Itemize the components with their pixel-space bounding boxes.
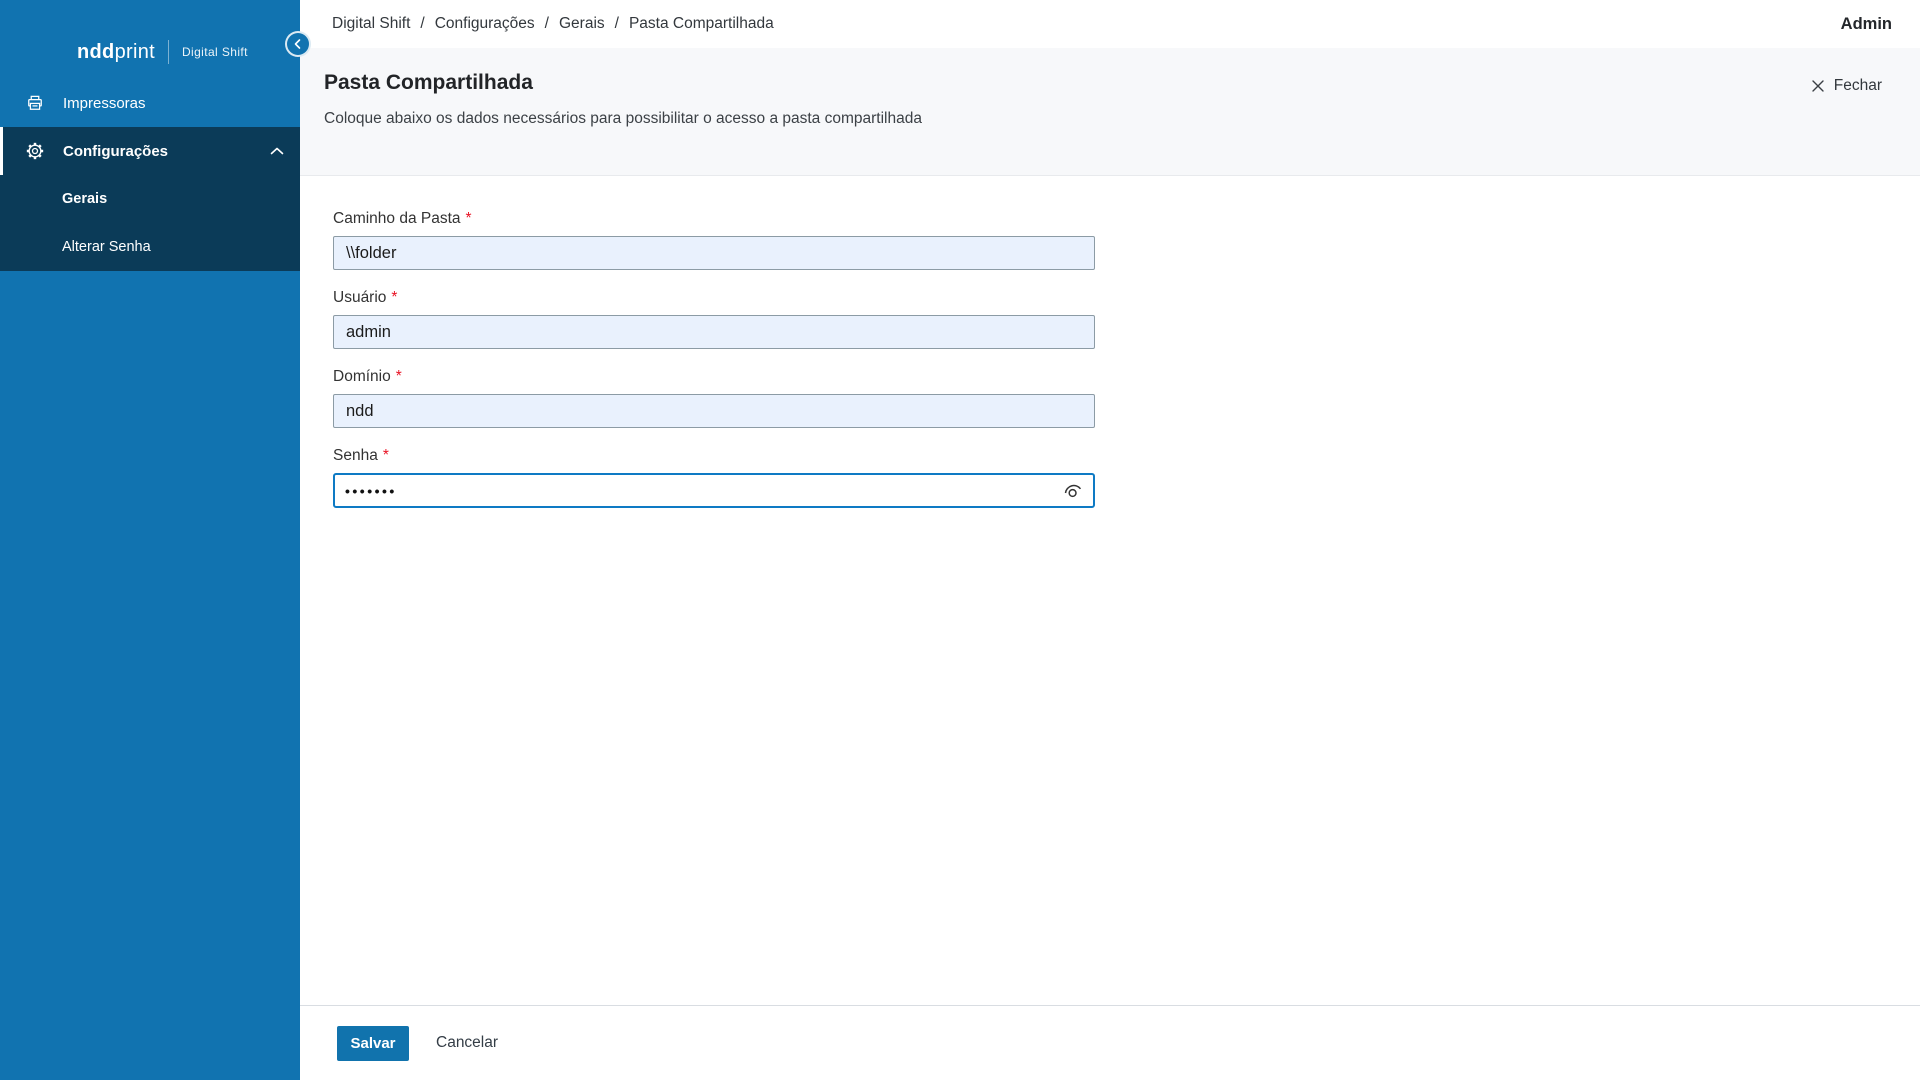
sidebar-subitem-label: Alterar Senha: [62, 239, 151, 255]
sidebar-item-label: Configurações: [63, 143, 168, 160]
chevron-up-icon: [270, 147, 284, 155]
main-area: Digital Shift / Configurações / Gerais /…: [300, 0, 1920, 1080]
chevron-left-icon: [292, 38, 304, 50]
field-label: Domínio*: [333, 367, 1095, 387]
close-button[interactable]: Fechar: [1811, 77, 1882, 95]
sidebar-collapse-button[interactable]: [285, 31, 311, 57]
page-header-text: Pasta Compartilhada Coloque abaixo os da…: [324, 72, 922, 128]
brand-logo: nddprint Digital Shift: [0, 0, 300, 79]
sidebar-item-configuracoes[interactable]: Configurações: [0, 127, 300, 175]
breadcrumb-item-configuracoes[interactable]: Configurações: [435, 15, 535, 33]
form-area: Caminho da Pasta* Usuário* Domínio* Senh…: [300, 176, 1920, 1005]
field-caminho-da-pasta: Caminho da Pasta*: [333, 209, 1095, 270]
breadcrumb: Digital Shift / Configurações / Gerais /…: [332, 15, 774, 33]
user-menu[interactable]: Admin: [1841, 15, 1892, 34]
senha-input[interactable]: [335, 475, 1061, 506]
field-label: Usuário*: [333, 288, 1095, 308]
logo-divider: [168, 40, 169, 64]
usuario-input[interactable]: [333, 315, 1095, 349]
required-asterisk: *: [466, 210, 472, 227]
page-header: Pasta Compartilhada Coloque abaixo os da…: [300, 48, 1920, 176]
save-button[interactable]: Salvar: [337, 1026, 409, 1061]
topbar: Digital Shift / Configurações / Gerais /…: [300, 0, 1920, 48]
sidebar-subitem-label: Gerais: [62, 191, 107, 207]
page-subtitle: Coloque abaixo os dados necessários para…: [324, 110, 922, 128]
shared-folder-form: Caminho da Pasta* Usuário* Domínio* Senh…: [333, 209, 1920, 508]
app-root: nddprint Digital Shift Impressoras: [0, 0, 1920, 1080]
sidebar-settings-section: Configurações Gerais Alterar Senha: [0, 127, 300, 271]
page-title: Pasta Compartilhada: [324, 72, 922, 94]
required-asterisk: *: [391, 289, 397, 306]
brand-print: print: [115, 41, 155, 64]
sidebar-item-impressoras[interactable]: Impressoras: [0, 79, 300, 127]
gear-icon: [25, 141, 45, 161]
breadcrumb-item-digital-shift[interactable]: Digital Shift: [332, 15, 410, 33]
brand-product: Digital Shift: [182, 45, 248, 59]
required-asterisk: *: [383, 447, 389, 464]
field-dominio: Domínio*: [333, 367, 1095, 428]
sidebar-nav: Impressoras: [0, 79, 300, 271]
brand-ndd: ndd: [77, 41, 115, 64]
field-label: Senha*: [333, 446, 1095, 466]
breadcrumb-separator: /: [420, 15, 424, 33]
sidebar: nddprint Digital Shift Impressoras: [0, 0, 300, 1080]
sidebar-item-gerais[interactable]: Gerais: [0, 175, 300, 223]
close-icon: [1811, 79, 1825, 93]
senha-input-wrapper: [333, 473, 1095, 508]
eye-icon[interactable]: [1061, 479, 1085, 503]
field-label: Caminho da Pasta*: [333, 209, 1095, 229]
breadcrumb-separator: /: [615, 15, 619, 33]
printer-icon: [25, 93, 45, 113]
caminho-da-pasta-input[interactable]: [333, 236, 1095, 270]
cancel-button[interactable]: Cancelar: [436, 1034, 498, 1052]
dominio-input[interactable]: [333, 394, 1095, 428]
breadcrumb-item-pasta-compartilhada[interactable]: Pasta Compartilhada: [629, 15, 774, 33]
breadcrumb-item-gerais[interactable]: Gerais: [559, 15, 605, 33]
field-senha: Senha*: [333, 446, 1095, 508]
required-asterisk: *: [396, 368, 402, 385]
action-bar: Salvar Cancelar: [300, 1005, 1920, 1080]
close-label: Fechar: [1834, 77, 1882, 95]
field-usuario: Usuário*: [333, 288, 1095, 349]
breadcrumb-separator: /: [545, 15, 549, 33]
sidebar-item-label: Impressoras: [63, 95, 146, 112]
sidebar-item-alterar-senha[interactable]: Alterar Senha: [0, 223, 300, 271]
